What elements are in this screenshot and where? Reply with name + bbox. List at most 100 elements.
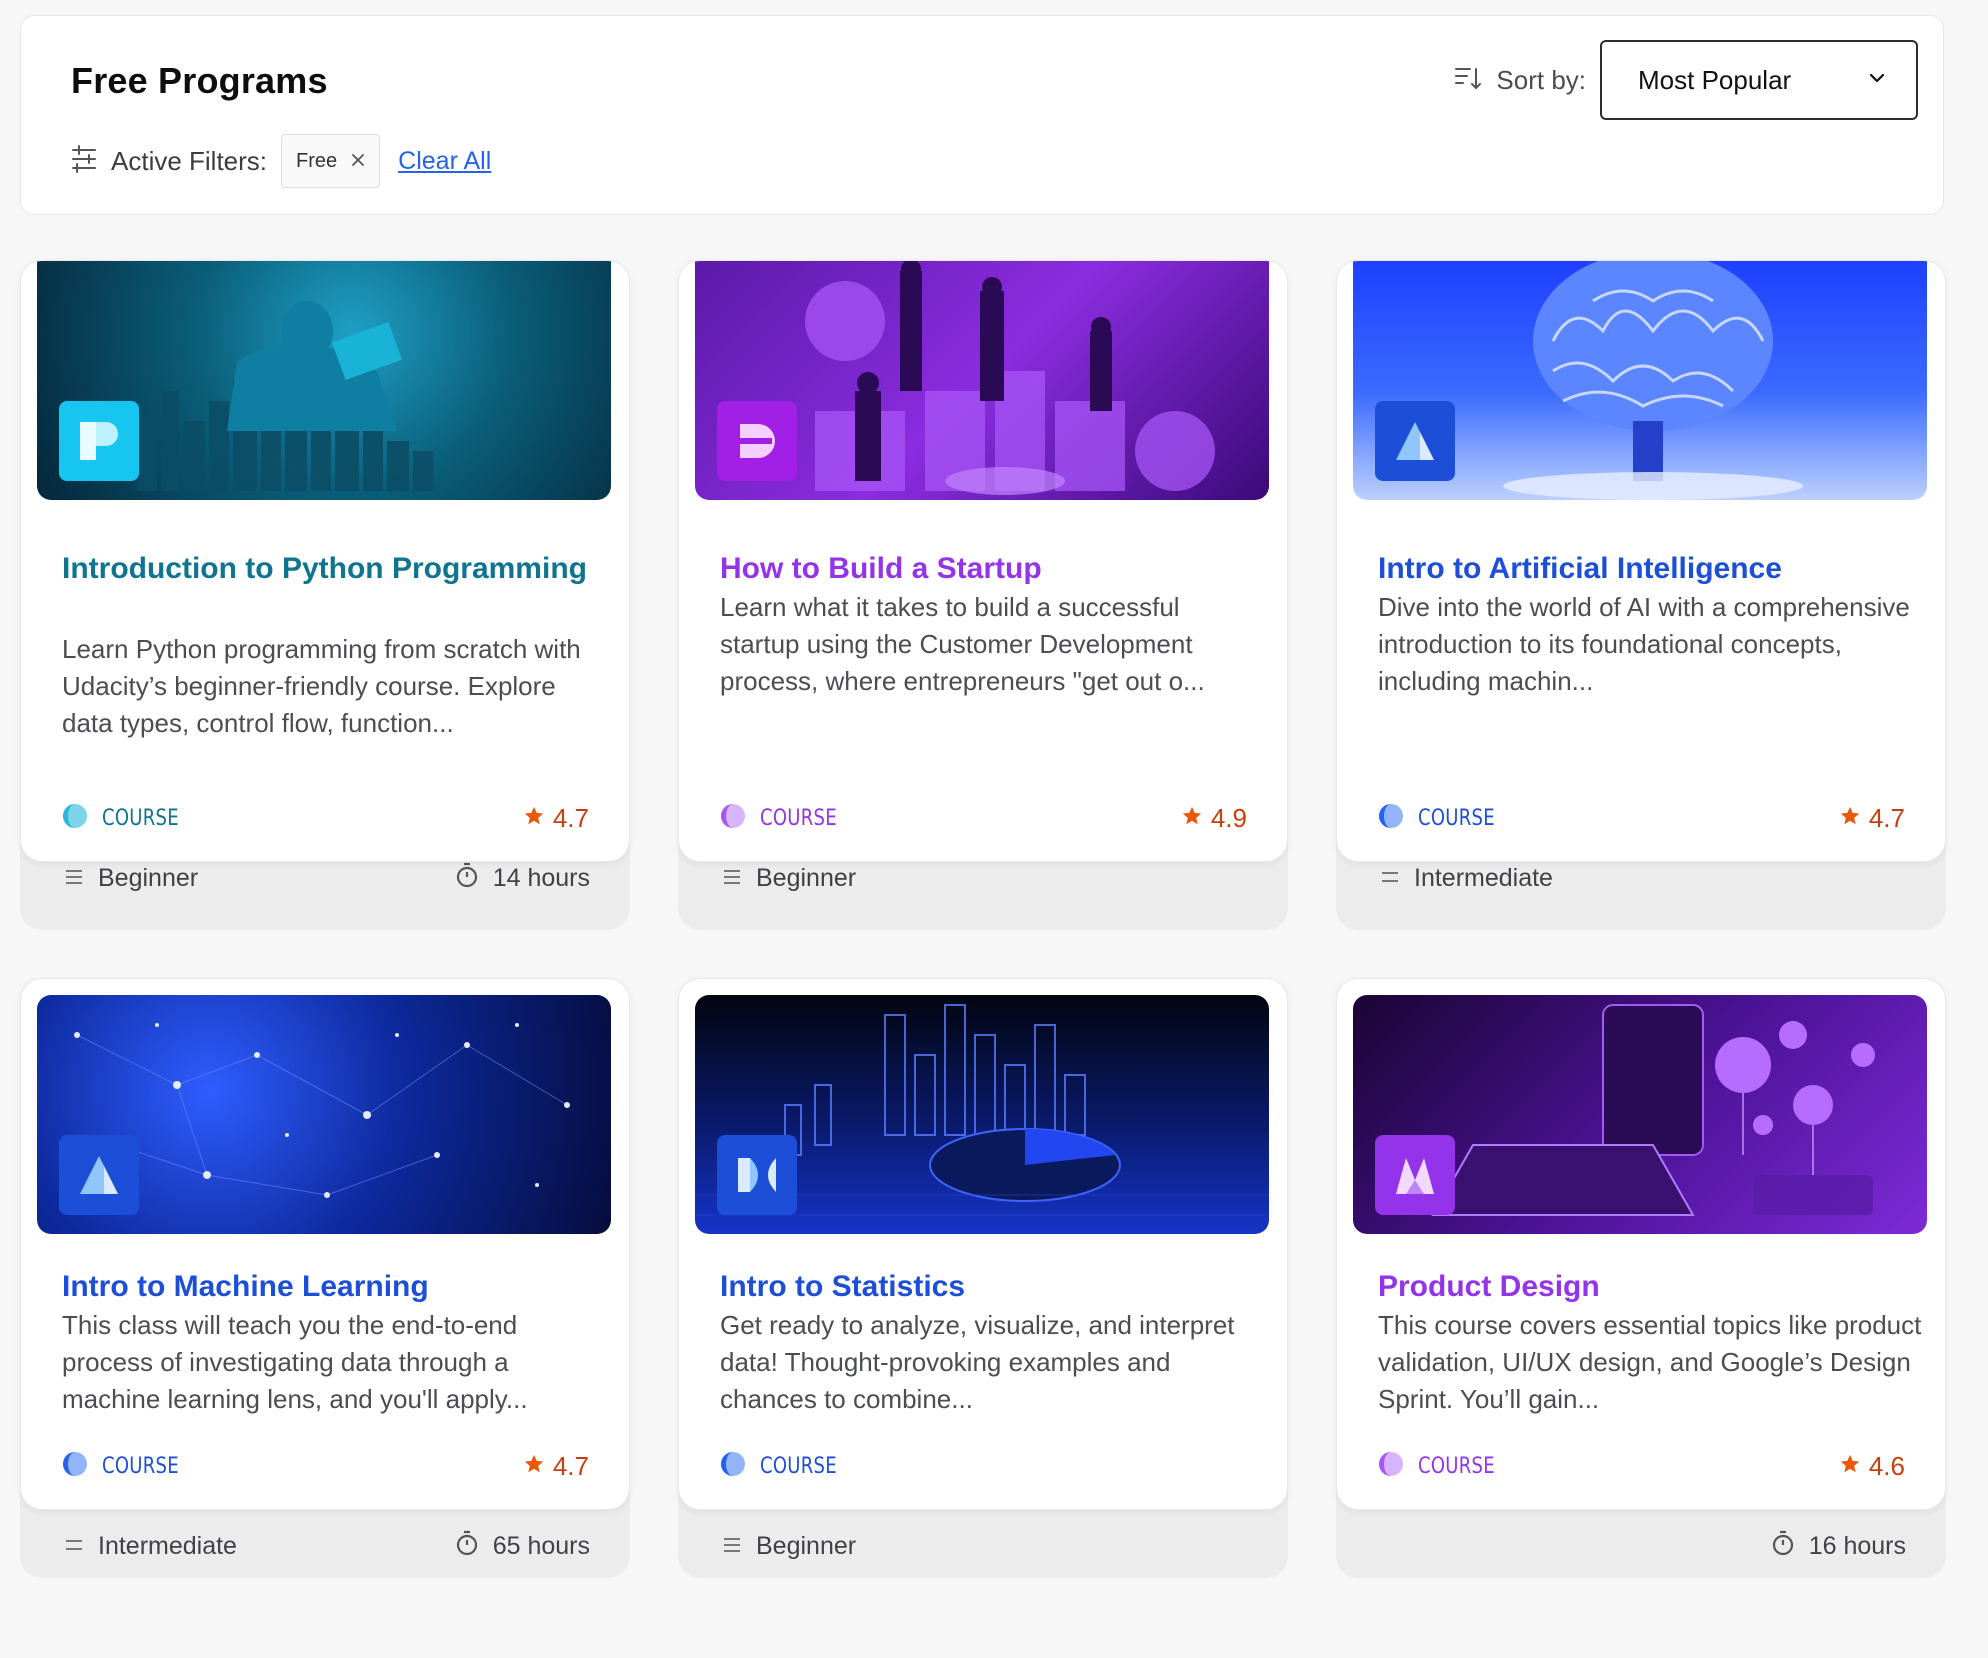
program-image	[37, 995, 611, 1234]
product-program-logo	[1375, 1135, 1455, 1215]
sort-control: Sort by: Most Popular	[1454, 40, 1918, 120]
program-meta: 16 hours	[1380, 1526, 1906, 1566]
skill-level: Intermediate	[1414, 863, 1553, 892]
program-title[interactable]: How to Build a Startup	[720, 547, 1260, 590]
sort-dropdown[interactable]: Most Popular	[1600, 40, 1918, 120]
duration: 16 hours	[1808, 1531, 1906, 1560]
filter-chip-free[interactable]: Free	[281, 134, 381, 188]
program-image	[1353, 261, 1927, 500]
course-icon	[62, 1451, 88, 1482]
program-description: Dive into the world of AI with a compreh…	[1378, 592, 1910, 696]
program-description: Get ready to analyze, visualize, and int…	[720, 1310, 1235, 1414]
timer-icon	[455, 1530, 479, 1563]
program-card[interactable]: Intro to Artificial Intelligence Dive in…	[1336, 260, 1946, 930]
rating: 4.6	[1839, 1451, 1905, 1482]
program-type: COURSE	[760, 805, 837, 831]
program-type-row: COURSE 4.7	[62, 1449, 589, 1483]
page-title: Free Programs	[71, 60, 328, 101]
ai-program-logo	[1375, 401, 1455, 481]
program-title[interactable]: Intro to Statistics	[720, 1265, 1260, 1308]
program-card[interactable]: Introduction to Python Programming Learn…	[20, 260, 630, 930]
rating-value: 4.7	[552, 1450, 589, 1481]
skill-level: Intermediate	[98, 1531, 237, 1560]
program-type: COURSE	[1418, 805, 1495, 831]
program-type: COURSE	[102, 1453, 179, 1479]
star-icon	[1839, 1451, 1861, 1482]
program-type: COURSE	[102, 805, 179, 831]
duration: 14 hours	[492, 863, 590, 892]
sort-label: Sort by:	[1496, 64, 1586, 95]
remove-filter-icon[interactable]	[351, 150, 365, 173]
rating: 4.7	[523, 1451, 589, 1482]
level-icon	[64, 864, 84, 893]
rating-value: 4.9	[1210, 802, 1247, 833]
rating: 4.7	[1839, 803, 1905, 834]
star-icon	[1181, 803, 1203, 834]
card-body: How to Build a Startup Learn what it tak…	[678, 260, 1288, 862]
rating-value: 4.7	[552, 802, 589, 833]
program-meta: Intermediate 65 hours	[64, 1526, 590, 1566]
filter-chip-label: Free	[296, 149, 338, 172]
card-body: Product Design This course covers essent…	[1336, 978, 1946, 1510]
program-card[interactable]: Intro to Statistics Get ready to analyze…	[678, 978, 1288, 1578]
rating-value: 4.6	[1868, 1450, 1905, 1481]
program-type-row: COURSE 4.7	[1378, 801, 1905, 835]
active-filters-label: Active Filters:	[111, 145, 268, 176]
program-meta: Beginner	[722, 1526, 1248, 1566]
program-title[interactable]: Introduction to Python Programming	[62, 547, 602, 590]
program-image	[695, 261, 1269, 500]
program-meta: Beginner 14 hours	[64, 858, 590, 898]
course-icon	[720, 1451, 746, 1482]
program-type-row: COURSE 4.7	[62, 801, 589, 835]
level-icon	[1380, 864, 1400, 893]
program-title[interactable]: Intro to Machine Learning	[62, 1265, 602, 1308]
star-icon	[523, 803, 545, 834]
program-title[interactable]: Intro to Artificial Intelligence	[1378, 547, 1918, 590]
program-description: This class will teach you the end-to-end…	[62, 1310, 528, 1414]
program-description: Learn what it takes to build a successfu…	[720, 592, 1205, 696]
program-image	[37, 261, 611, 500]
program-meta: Beginner	[722, 858, 1248, 898]
filter-sliders-icon	[71, 144, 97, 178]
python-program-logo	[59, 401, 139, 481]
sort-selected-value: Most Popular	[1638, 64, 1792, 95]
timer-icon	[1771, 1530, 1795, 1563]
card-body: Intro to Machine Learning This class wil…	[20, 978, 630, 1510]
skill-level: Beginner	[98, 863, 199, 892]
program-card[interactable]: How to Build a Startup Learn what it tak…	[678, 260, 1288, 930]
rating: 4.9	[1181, 803, 1247, 834]
clear-all-link[interactable]: Clear All	[398, 147, 491, 176]
card-body: Introduction to Python Programming Learn…	[20, 260, 630, 862]
program-description: Learn Python programming from scratch wi…	[62, 634, 581, 738]
rating: 4.7	[523, 803, 589, 834]
timer-icon	[455, 862, 479, 895]
card-body: Intro to Artificial Intelligence Dive in…	[1336, 260, 1946, 862]
level-icon	[722, 1532, 742, 1561]
course-icon	[62, 803, 88, 834]
active-filters: Active Filters: Free Clear All	[71, 134, 491, 188]
card-body: Intro to Statistics Get ready to analyze…	[678, 978, 1288, 1510]
results-header: Free Programs Active Filters: Free Clear…	[20, 15, 1944, 215]
chevron-down-icon	[1868, 71, 1886, 89]
program-meta: Intermediate	[1380, 858, 1906, 898]
program-type-row: COURSE 4.6	[1378, 1449, 1905, 1483]
ai-program-logo	[59, 1135, 139, 1215]
rating-value: 4.7	[1868, 802, 1905, 833]
program-title[interactable]: Product Design	[1378, 1265, 1918, 1308]
duration: 65 hours	[492, 1531, 590, 1560]
program-type: COURSE	[1418, 1453, 1495, 1479]
star-icon	[1839, 803, 1861, 834]
program-image	[1353, 995, 1927, 1234]
program-card[interactable]: Product Design This course covers essent…	[1336, 978, 1946, 1578]
course-icon	[1378, 1451, 1404, 1482]
program-card[interactable]: Intro to Machine Learning This class wil…	[20, 978, 630, 1578]
skill-level: Beginner	[756, 863, 857, 892]
program-type-row: COURSE 4.9	[720, 801, 1247, 835]
skill-level: Beginner	[756, 1531, 857, 1560]
course-icon	[1378, 803, 1404, 834]
program-image	[695, 995, 1269, 1234]
data-science-program-logo	[717, 1135, 797, 1215]
course-icon	[720, 803, 746, 834]
level-icon	[722, 864, 742, 893]
level-icon	[64, 1532, 84, 1561]
